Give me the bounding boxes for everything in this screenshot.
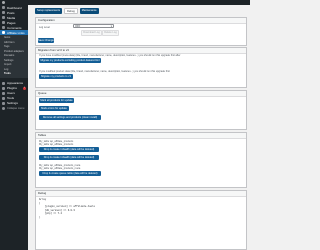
table-line: My_table wp_affiliate_products_meta: [39, 167, 81, 170]
collapse-menu-button[interactable]: Collapse menu: [0, 106, 28, 111]
sidebar-item-label: Appearance: [7, 81, 24, 85]
tab-debug[interactable]: Debug: [64, 8, 78, 14]
posts-icon: [2, 11, 5, 14]
migrate-to-v3-button[interactable]: Migrate my products to v3: [39, 74, 73, 79]
delete-log-button[interactable]: Delete Log: [102, 29, 119, 36]
admin-bar: [0, 0, 250, 5]
settings-tabs: Setup replacements Debug Maintenance: [35, 8, 245, 14]
affiliate-links-icon: [2, 31, 5, 34]
mark-errors-button[interactable]: Mark errors for update: [39, 106, 69, 111]
migration-panel: Migration from v2.0 to v3 If you have mo…: [35, 47, 247, 88]
tables-heading: Tables: [36, 133, 246, 139]
debug-heading: Debug: [36, 191, 246, 197]
debug-output: Array ( [plugin_version] => affiliate-to…: [39, 198, 95, 219]
drop-create-table-button-2[interactable]: Drop & create tmfaalth (data will be del…: [39, 155, 99, 160]
tab-setup-replacements[interactable]: Setup replacements: [35, 8, 63, 14]
users-icon: [2, 91, 5, 95]
sidebar-item-label: Affiliate Links: [7, 30, 25, 35]
sidebar-item-label: Comments: [7, 25, 22, 30]
table-line: My_table wp_affiliate_products: [39, 143, 74, 146]
sidebar-item-label: Posts: [7, 10, 15, 15]
tables-panel: Tables My_table wp_affiliate_products My…: [35, 132, 247, 188]
sidebar-item-settings[interactable]: Settings: [0, 101, 28, 106]
chevron-down-icon: ▾: [110, 25, 112, 28]
comments-icon: [2, 26, 5, 29]
sidebar-item-label: Settings: [7, 101, 18, 105]
appearance-icon: [2, 81, 5, 85]
collapse-menu-label: Collapse menu: [7, 106, 25, 110]
migrate-excluding-button[interactable]: Migrate my products excluding product-fe…: [39, 58, 101, 63]
sidebar-submenu: Items Add Item Tags Product adapters Domains…: [0, 35, 28, 78]
tab-maintenance[interactable]: Maintenance: [79, 8, 99, 14]
migration-heading: Migration from v2.0 to v3: [36, 48, 246, 54]
sidebar-item-affiliate-links[interactable]: Affiliate Links: [0, 30, 28, 35]
save-changes-button[interactable]: Save Changes: [38, 38, 54, 43]
main-content: Setup replacements Debug Maintenance Con…: [35, 8, 247, 250]
migration-description-2: If you modified product data (title, bra…: [39, 69, 170, 73]
drop-create-queue-button[interactable]: Drop & create queue table (data will be …: [39, 171, 101, 176]
sidebar-item-label: Dashboard: [7, 5, 22, 10]
sidebar-item-label: Pages: [7, 20, 16, 25]
migration-description-1: If you have modified (meta data) (title,…: [39, 54, 181, 57]
update-count-badge: 1: [23, 86, 26, 90]
sidebar-item-label: Tools: [7, 96, 15, 100]
settings-icon: [2, 101, 5, 105]
admin-sidebar: Dashboard Posts Media Pages Comments Affiliat…: [0, 5, 28, 250]
drop-create-table-button-1[interactable]: Drop & create tmfaalth (data will be del…: [39, 147, 99, 152]
wordpress-logo-icon[interactable]: [2, 1, 5, 4]
configuration-heading: Configuration: [36, 18, 246, 24]
submenu-item-tools[interactable]: Tools: [0, 72, 28, 77]
configuration-panel: Configuration Log Level OFF ▾ Download L…: [35, 17, 247, 46]
remove-all-settings-button[interactable]: Remove all settings and products (clean …: [39, 115, 101, 120]
tools-icon: [2, 96, 5, 100]
plugins-icon: [2, 86, 5, 90]
dashboard-icon: [2, 6, 5, 9]
sidebar-item-label: Media: [7, 15, 16, 20]
log-level-select[interactable]: OFF ▾: [73, 24, 114, 28]
pages-icon: [2, 21, 5, 24]
debug-panel: Debug Array ( [plugin_version] => affili…: [35, 190, 247, 250]
log-level-label: Log Level: [39, 25, 50, 29]
queue-panel: Queue Mark all products for update Mark …: [35, 90, 247, 130]
sidebar-item-label: Users: [7, 91, 15, 95]
queue-heading: Queue: [36, 91, 246, 97]
log-level-value: OFF: [75, 25, 81, 28]
download-log-button[interactable]: Download Log: [81, 29, 102, 36]
sidebar-item-label: Plugins: [7, 86, 17, 90]
mark-all-products-button[interactable]: Mark all products for update: [39, 98, 74, 103]
media-icon: [2, 16, 5, 19]
collapse-arrow-icon: [2, 106, 5, 110]
